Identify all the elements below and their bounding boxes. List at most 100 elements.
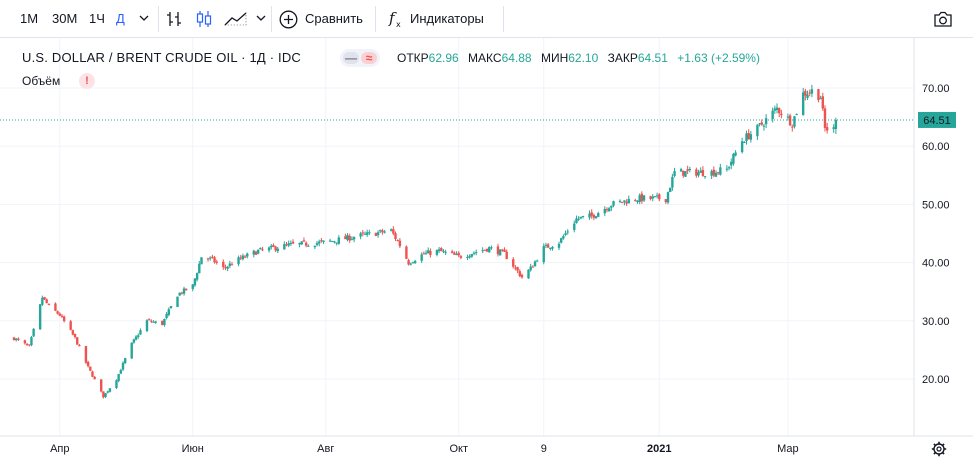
- interval-1h[interactable]: 1Ч: [89, 7, 105, 31]
- bar-style-icon[interactable]: [165, 10, 183, 34]
- candle-body: [529, 266, 532, 271]
- candle-body: [821, 96, 824, 109]
- candle-body: [590, 212, 593, 216]
- hide-series-toggle[interactable]: —: [343, 52, 359, 64]
- candle-body: [43, 296, 46, 300]
- candle-body: [773, 108, 777, 111]
- candle-body: [638, 195, 641, 202]
- last-price-label-group: 64.51: [918, 111, 956, 128]
- symbol-title[interactable]: U.S. DOLLAR / BRENT CRUDE OIL · 1Д · IDC: [22, 50, 301, 65]
- candle-body: [573, 223, 576, 230]
- candle-body: [239, 257, 242, 259]
- candle-body: [283, 244, 286, 250]
- candle-body: [38, 304, 42, 330]
- open-label: ОТКР: [397, 51, 429, 65]
- compare-button[interactable]: Сравнить: [305, 7, 363, 31]
- candle-body: [224, 267, 227, 269]
- chevron-down-icon[interactable]: [256, 14, 266, 38]
- candle-body: [58, 313, 61, 316]
- candle-body: [32, 328, 35, 337]
- candle-body: [743, 142, 746, 144]
- candle-body: [655, 195, 659, 197]
- candle-body: [298, 242, 301, 245]
- interval-30m[interactable]: 30М: [52, 7, 77, 31]
- chevron-down-icon[interactable]: [139, 14, 149, 38]
- candle-body: [549, 247, 552, 249]
- high-value: 64.88: [501, 51, 532, 65]
- candle-body: [365, 232, 369, 235]
- candle-body: [658, 194, 661, 200]
- candle-body: [653, 196, 657, 198]
- candle-body: [254, 251, 258, 255]
- area-style-icon[interactable]: [224, 11, 250, 35]
- camera-icon[interactable]: [933, 11, 953, 35]
- candle-body: [132, 339, 136, 343]
- candle-body: [832, 127, 835, 130]
- candle-body: [642, 195, 646, 201]
- candle-body: [640, 193, 644, 202]
- candle-body: [289, 243, 293, 245]
- candle-body: [134, 336, 138, 340]
- candle-body: [546, 244, 550, 248]
- candle-body: [730, 161, 733, 166]
- price-axis[interactable]: 20.00 30.00 40.00 50.00 60.00 70.00: [922, 83, 950, 386]
- candle-body: [344, 236, 347, 240]
- toolbar-separator: [158, 6, 159, 32]
- gear-icon[interactable]: [931, 441, 947, 457]
- candle-body: [285, 244, 288, 246]
- candle-body: [603, 208, 606, 214]
- candle-body: [145, 320, 149, 332]
- candle-body: [551, 247, 554, 249]
- candle-body: [191, 284, 194, 289]
- price-chart[interactable]: 20.00 30.00 40.00 50.00 60.00 70.00 Апр Июн Авг…: [0, 38, 973, 464]
- time-axis[interactable]: Апр Июн Авг Окт 9 2021 Мар: [50, 443, 799, 455]
- candle-body: [396, 240, 399, 242]
- candle-body: [579, 216, 583, 219]
- candle-body: [634, 200, 637, 202]
- candle-body: [740, 141, 744, 153]
- candle-body: [230, 264, 234, 266]
- candle-body: [483, 249, 487, 251]
- candle-body: [215, 261, 218, 263]
- candle-body: [712, 169, 715, 176]
- high-label: МАКС: [468, 51, 502, 65]
- candle-body: [246, 253, 249, 257]
- candle-body: [710, 171, 713, 176]
- candle-body: [618, 200, 622, 202]
- candle-body: [359, 233, 362, 237]
- interval-1m[interactable]: 1М: [20, 7, 38, 31]
- candle-body: [440, 248, 443, 252]
- volume-warning-badge[interactable]: !: [79, 73, 95, 89]
- candle-body: [699, 170, 702, 173]
- candle-body: [185, 288, 188, 291]
- candle-body: [760, 122, 763, 125]
- candle-body: [228, 263, 232, 267]
- fx-icon[interactable]: fx: [388, 9, 404, 33]
- candle-body: [442, 250, 445, 252]
- candle-body: [514, 267, 517, 269]
- candle-body: [276, 248, 279, 252]
- plus-circle-icon[interactable]: [279, 10, 298, 34]
- candle-body: [193, 278, 197, 286]
- candle-body: [274, 246, 277, 251]
- indicators-button[interactable]: Индикаторы: [410, 7, 484, 31]
- series-settings-toggle[interactable]: ≈: [361, 52, 377, 64]
- candle-body: [775, 107, 779, 111]
- candle-body: [450, 251, 454, 253]
- price-tick-label: 30.00: [922, 316, 950, 328]
- candle-body: [54, 303, 57, 311]
- candle-body: [453, 252, 456, 255]
- interval-day[interactable]: Д: [116, 7, 125, 31]
- candle-body: [350, 238, 354, 240]
- candle-body: [130, 342, 133, 359]
- time-tick-label: Мар: [777, 443, 799, 455]
- low-value: 62.10: [568, 51, 599, 65]
- time-tick-label: 9: [541, 443, 547, 455]
- volume-label[interactable]: Объём: [22, 74, 60, 88]
- candle-style-icon[interactable]: [195, 10, 213, 34]
- candle-body: [222, 261, 225, 268]
- candle-body: [328, 240, 332, 242]
- candle-body: [405, 246, 408, 259]
- candle-body: [427, 250, 430, 254]
- candle-body: [679, 169, 683, 172]
